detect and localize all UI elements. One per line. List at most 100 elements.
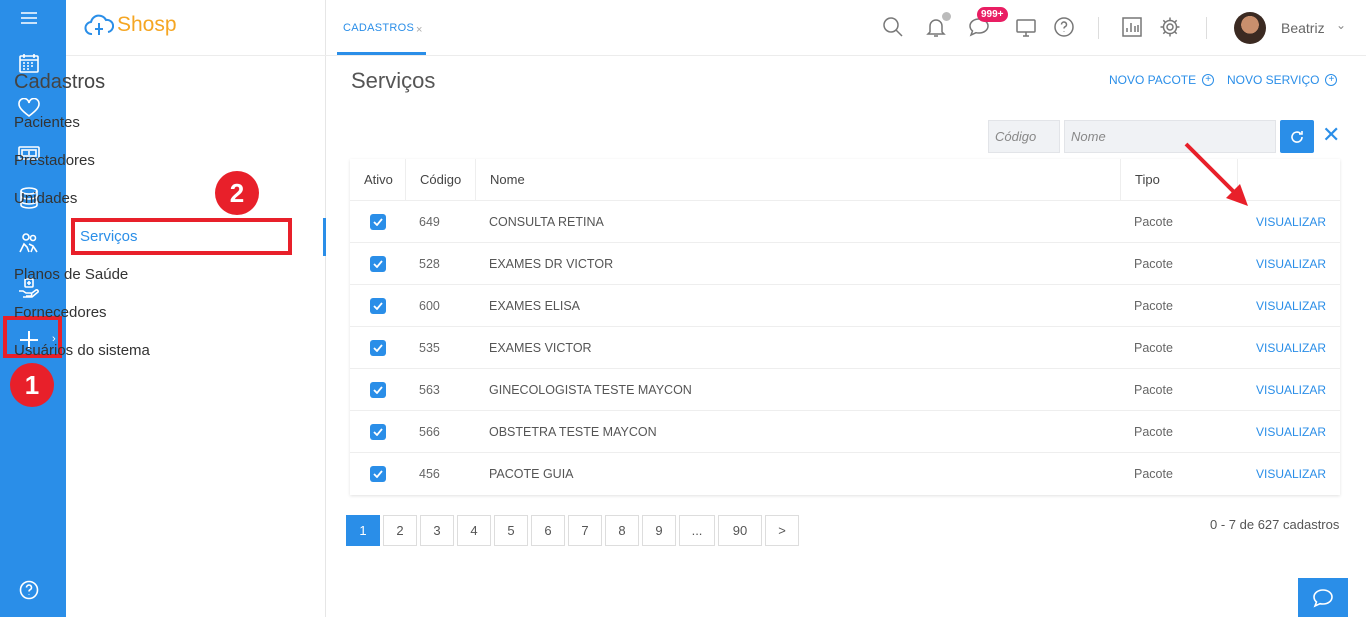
active-checkbox[interactable] [370, 339, 386, 356]
chat-bubble-icon [1313, 588, 1333, 608]
user-name[interactable]: Beatriz [1281, 20, 1325, 36]
page-2[interactable]: 2 [383, 515, 417, 546]
messages-badge: 999+ [977, 7, 1008, 22]
page-4[interactable]: 4 [457, 515, 491, 546]
row-type: Pacote [1134, 467, 1173, 481]
notification-dot [942, 12, 951, 21]
annotation-arrow-icon [1184, 142, 1248, 206]
step-badge-1: 1 [10, 363, 54, 407]
menu-icon[interactable] [0, 0, 58, 36]
new-service-link[interactable]: NOVO SERVIÇO + [1227, 73, 1338, 87]
page-8[interactable]: 8 [605, 515, 639, 546]
row-name: EXAMES DR VICTOR [489, 256, 614, 271]
header-codigo[interactable]: Código [405, 158, 475, 201]
brand-name: Shosp [117, 13, 177, 36]
view-link[interactable]: VISUALIZAR [1237, 341, 1340, 355]
avatar[interactable] [1234, 12, 1266, 44]
page-ellipsis[interactable]: ... [679, 515, 715, 546]
page-title: Serviços [351, 68, 436, 93]
table-row: 566 OBSTETRA TESTE MAYCON Pacote VISUALI… [350, 411, 1340, 453]
row-type: Pacote [1134, 382, 1173, 397]
active-checkbox[interactable] [370, 423, 386, 440]
table-row: 563 GINECOLOGISTA TESTE MAYCON Pacote VI… [350, 369, 1340, 411]
panel-title: Cadastros [14, 71, 106, 93]
search-icon[interactable] [882, 16, 906, 40]
help-circle-icon[interactable] [1053, 16, 1077, 40]
step-badge-2: 2 [215, 171, 259, 215]
cloud-logo-icon [84, 14, 114, 35]
header-nome[interactable]: Nome [475, 158, 1120, 201]
row-code: 456 [419, 467, 440, 481]
new-service-label: NOVO SERVIÇO [1227, 73, 1320, 87]
active-indicator [323, 218, 326, 256]
row-name: EXAMES ELISA [489, 298, 581, 313]
page-9[interactable]: 9 [642, 515, 676, 546]
next-page-button[interactable]: > [765, 515, 799, 546]
page-6[interactable]: 6 [531, 515, 565, 546]
code-filter-input[interactable]: Código [988, 120, 1060, 153]
row-code: 600 [419, 298, 440, 313]
row-type: Pacote [1134, 424, 1173, 439]
help-icon[interactable] [0, 572, 58, 608]
table-row: 600 EXAMES ELISA Pacote VISUALIZAR [350, 285, 1340, 327]
row-type: Pacote [1134, 256, 1173, 271]
row-code: 528 [419, 256, 440, 271]
panel-item-unidades[interactable]: Unidades [14, 190, 77, 207]
row-name: CONSULTA RETINA [489, 214, 604, 229]
active-checkbox[interactable] [370, 381, 386, 398]
top-bar: CADASTROS × 999+ Beatriz ⌄ [326, 0, 1366, 56]
shosp-logo[interactable]: Shosp [84, 12, 177, 38]
support-chat-button[interactable] [1298, 578, 1348, 617]
pagination: 1 2 3 4 5 6 7 8 9 ... 90 > [346, 515, 799, 546]
view-link[interactable]: VISUALIZAR [1237, 425, 1340, 439]
refresh-button[interactable] [1280, 120, 1314, 153]
reports-icon[interactable] [1121, 16, 1145, 40]
close-filter-icon[interactable]: ✕ [1322, 124, 1340, 146]
row-name: PACOTE GUIA [489, 467, 574, 481]
view-link[interactable]: VISUALIZAR [1237, 383, 1340, 397]
highlight-box-servicos [71, 218, 292, 255]
panel-item-fornecedores[interactable]: Fornecedores [14, 304, 107, 321]
refresh-icon [1291, 130, 1303, 143]
settings-gear-icon[interactable] [1159, 16, 1183, 40]
page-1[interactable]: 1 [346, 515, 380, 546]
row-code: 566 [419, 424, 440, 439]
view-link[interactable]: VISUALIZAR [1237, 257, 1340, 271]
page-3[interactable]: 3 [420, 515, 454, 546]
active-checkbox[interactable] [370, 213, 386, 230]
tab-cadastros[interactable]: CADASTROS [343, 22, 414, 34]
row-code: 649 [419, 214, 440, 229]
panel-item-pacientes[interactable]: Pacientes [14, 114, 80, 131]
row-name: EXAMES VICTOR [489, 340, 592, 355]
results-count: 0 - 7 de 627 cadastros [1210, 517, 1340, 532]
view-link[interactable]: VISUALIZAR [1237, 299, 1340, 313]
page-90[interactable]: 90 [718, 515, 762, 546]
row-code: 563 [419, 382, 440, 397]
monitor-icon[interactable] [1015, 16, 1039, 40]
row-name: OBSTETRA TESTE MAYCON [489, 424, 657, 439]
chevron-down-icon[interactable]: ⌄ [1336, 18, 1346, 32]
row-code: 535 [419, 340, 440, 355]
header-ativo[interactable]: Ativo [350, 172, 405, 187]
page-5[interactable]: 5 [494, 515, 528, 546]
table-row: 528 EXAMES DR VICTOR Pacote VISUALIZAR [350, 243, 1340, 285]
plus-circle-icon: + [1202, 74, 1215, 86]
new-package-link[interactable]: NOVO PACOTE + [1109, 73, 1215, 87]
people-icon[interactable] [0, 225, 58, 261]
tab-close-icon[interactable]: × [416, 24, 422, 36]
table-row: 456 PACOTE GUIA Pacote VISUALIZAR [350, 453, 1340, 495]
panel-item-usuarios[interactable]: Usuários do sistema [14, 342, 150, 359]
panel-item-planos[interactable]: Planos de Saúde [14, 266, 128, 283]
active-checkbox[interactable] [370, 466, 386, 482]
plus-circle-icon: + [1325, 74, 1338, 86]
active-checkbox[interactable] [370, 255, 386, 272]
active-checkbox[interactable] [370, 297, 386, 314]
row-type: Pacote [1134, 340, 1173, 355]
view-link[interactable]: VISUALIZAR [1237, 467, 1340, 481]
row-name: GINECOLOGISTA TESTE MAYCON [489, 382, 692, 397]
tab-underline [337, 52, 426, 55]
row-type: Pacote [1134, 298, 1173, 313]
panel-item-prestadores[interactable]: Prestadores [14, 152, 95, 169]
new-package-label: NOVO PACOTE [1109, 73, 1197, 87]
page-7[interactable]: 7 [568, 515, 602, 546]
